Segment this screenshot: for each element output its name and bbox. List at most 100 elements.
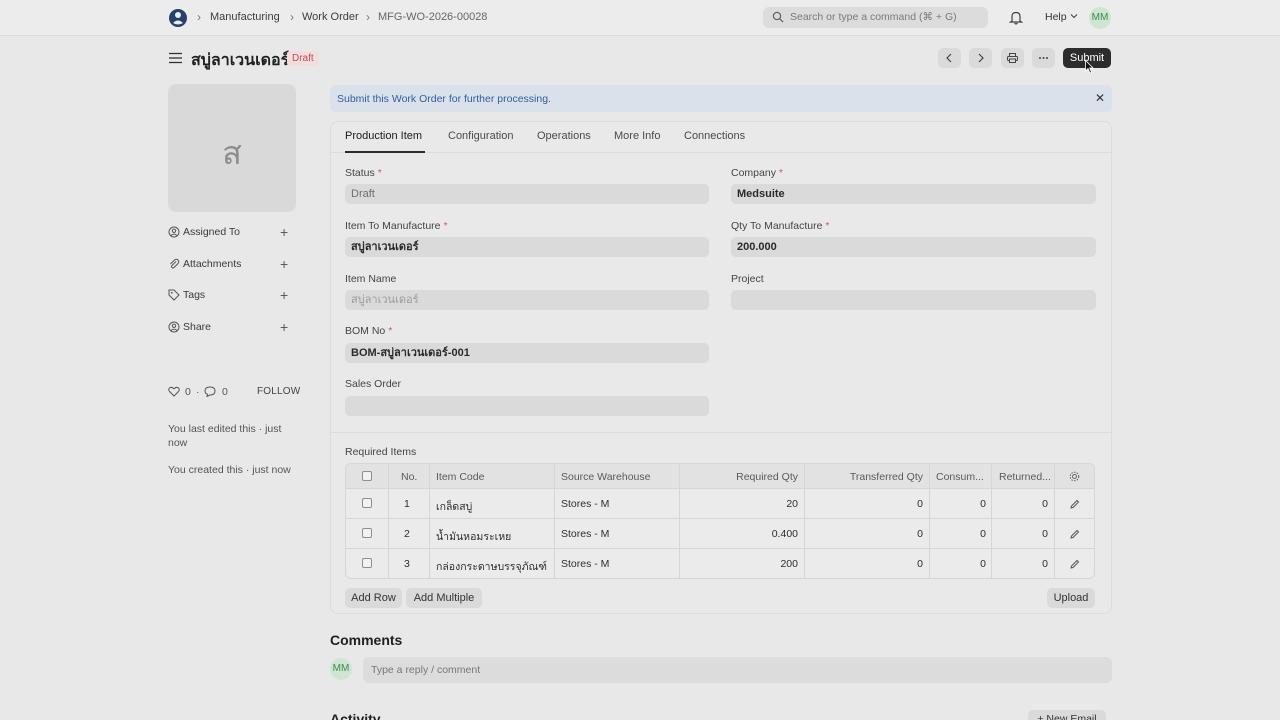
tab-production-item[interactable]: Production Item [345,130,422,142]
breadcrumb-manufacturing[interactable]: Manufacturing [210,11,280,23]
row-item-code[interactable]: น้ำมันหอมระเหย [436,528,511,545]
row-consumed-qty[interactable]: 0 [930,558,986,570]
upload-button[interactable]: Upload [1047,588,1095,608]
breadcrumb-work-order[interactable]: Work Order [302,11,359,23]
row-returned-qty[interactable]: 0 [992,558,1048,570]
row-item-code[interactable]: เกล็ดสบู่ [436,498,472,515]
edit-pencil-icon[interactable] [1070,559,1080,569]
add-attachment-plus-icon[interactable]: + [280,256,288,272]
add-tag-plus-icon[interactable]: + [280,287,288,303]
column-divider [991,464,992,578]
user-avatar[interactable]: MM [1089,7,1111,29]
alert-message: Submit this Work Order for further proce… [337,93,551,105]
help-menu[interactable]: Help [1045,11,1067,23]
row-returned-qty[interactable]: 0 [992,498,1048,510]
edit-pencil-icon[interactable] [1070,499,1080,509]
row-transferred-qty[interactable]: 0 [805,528,923,540]
more-actions-button[interactable] [1032,48,1055,68]
column-divider [388,464,389,578]
row-required-qty[interactable]: 200 [679,558,798,570]
row-warehouse[interactable]: Stores - M [561,558,609,570]
print-button[interactable] [1001,48,1024,68]
comment-bubble-icon[interactable] [204,386,216,397]
more-dots-icon [1039,57,1048,59]
page-title: สบู่ลาเวนเดอร์ [191,52,290,69]
status-field[interactable]: Draft [345,184,709,204]
next-doc-button[interactable] [969,48,992,68]
document-image-placeholder[interactable]: ส [168,84,296,212]
item-to-manufacture-field[interactable]: สบู่ลาเวนเดอร์ [345,237,709,257]
tab-operations[interactable]: Operations [537,130,591,142]
column-divider [679,464,680,578]
column-divider [929,464,930,578]
row-transferred-qty[interactable]: 0 [805,498,923,510]
add-assignment-plus-icon[interactable]: + [280,224,288,240]
heart-icon[interactable] [168,386,180,397]
table-row[interactable]: 3 กล่องกระดาษบรรจุภัณฑ์ Stores - M 200 0… [346,549,1094,578]
app-logo-icon[interactable] [168,7,188,29]
row-transferred-qty[interactable]: 0 [805,558,923,570]
row-required-qty[interactable]: 20 [679,498,798,510]
breadcrumb-current-doc[interactable]: MFG-WO-2026-00028 [378,11,487,23]
select-all-checkbox[interactable] [362,471,372,481]
close-icon[interactable]: ✕ [1095,91,1105,105]
share-plus-icon[interactable]: + [280,319,288,335]
tabs-divider [331,152,1111,153]
row-consumed-qty[interactable]: 0 [930,528,986,540]
add-row-button[interactable]: Add Row [345,588,402,608]
tab-connections[interactable]: Connections [684,130,745,142]
status-badge: Draft [287,51,319,66]
search-input[interactable]: Search or type a command (⌘ + G) [763,7,988,28]
qty-to-manufacture-field[interactable]: 200.000 [731,237,1096,257]
row-warehouse[interactable]: Stores - M [561,528,609,540]
bom-no-label: BOM No * [345,325,393,337]
row-checkbox[interactable] [362,558,372,568]
comment-user-avatar: MM [330,658,352,680]
table-row[interactable]: 1 เกล็ดสบู่ Stores - M 20 0 0 0 [346,489,1094,519]
search-placeholder: Search or type a command (⌘ + G) [790,11,957,23]
row-required-qty[interactable]: 0.400 [679,528,798,540]
share-icon [168,321,180,333]
tab-configuration[interactable]: Configuration [448,130,513,142]
bom-no-field[interactable]: BOM-สบู่ลาเวนเดอร์-001 [345,343,709,363]
new-email-button[interactable]: + New Email [1028,710,1106,720]
edit-pencil-icon[interactable] [1070,529,1080,539]
required-items-title: Required Items [345,446,417,458]
sales-order-field[interactable] [345,396,709,416]
sidebar-item-tags[interactable]: Tags + [168,287,296,303]
comment-input[interactable]: Type a reply / comment [363,657,1112,683]
breadcrumb-separator: › [197,10,201,24]
sales-order-label: Sales Order [345,378,402,390]
tab-more-info[interactable]: More Info [614,130,660,142]
printer-icon [1007,53,1018,63]
sidebar-item-attachments[interactable]: Attachments + [168,256,296,272]
chevron-down-icon [1070,14,1078,19]
row-warehouse[interactable]: Stores - M [561,498,609,510]
sidebar-item-label: Assigned To [183,226,241,238]
search-icon [772,11,784,23]
sidebar-item-share[interactable]: Share + [168,319,296,335]
item-name-label: Item Name [345,273,397,285]
project-field[interactable] [731,290,1096,310]
gear-icon[interactable] [1069,471,1080,482]
item-name-field[interactable]: สบู่ลาเวนเดอร์ [345,290,709,310]
add-multiple-button[interactable]: Add Multiple [406,588,482,608]
row-consumed-qty[interactable]: 0 [930,498,986,510]
row-returned-qty[interactable]: 0 [992,528,1048,540]
chevron-right-icon [978,53,984,63]
tag-icon [168,289,180,301]
breadcrumb-separator: › [290,10,294,24]
row-item-code[interactable]: กล่องกระดาษบรรจุภัณฑ์ [436,558,547,575]
sidebar-toggle-icon[interactable] [169,52,182,64]
previous-doc-button[interactable] [938,48,961,68]
comments-title: Comments [330,632,403,648]
row-number: 1 [404,498,410,510]
row-checkbox[interactable] [362,498,372,508]
table-row[interactable]: 2 น้ำมันหอมระเหย Stores - M 0.400 0 0 0 [346,519,1094,549]
row-checkbox[interactable] [362,528,372,538]
follow-button[interactable]: FOLLOW [257,386,300,397]
notification-bell-icon[interactable] [1009,10,1023,25]
paperclip-icon [170,258,180,269]
sidebar-item-assigned-to[interactable]: Assigned To + [168,224,296,240]
company-field[interactable]: Medsuite [731,184,1096,204]
